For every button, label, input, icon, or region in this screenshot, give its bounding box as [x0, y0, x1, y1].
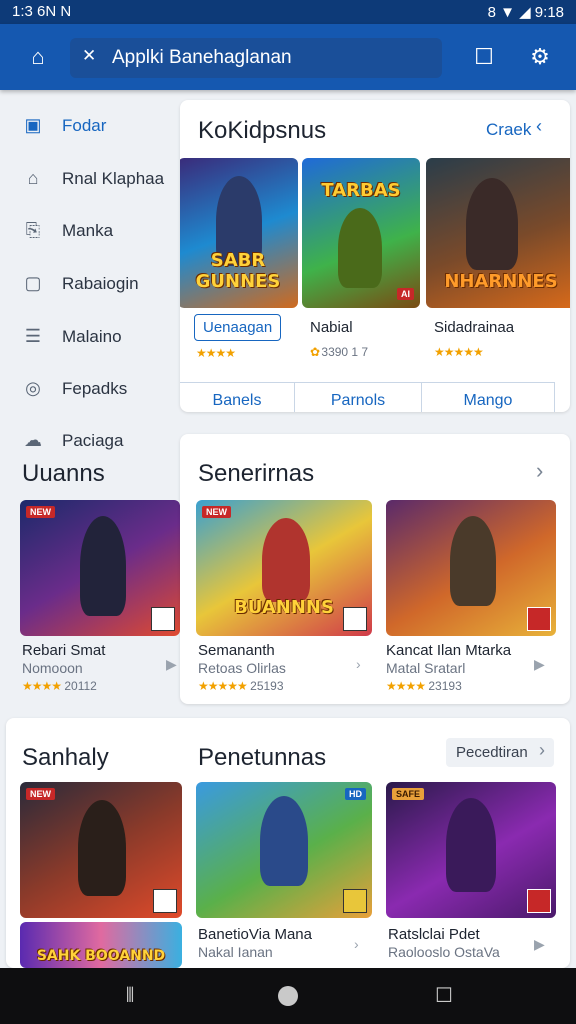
- hanger-icon: ⌂: [27, 168, 39, 188]
- sidebar-item-label: Rabaiogin: [62, 274, 139, 293]
- sidebar-item-label: Fodar: [62, 116, 107, 135]
- game-rating: ✿ 3390 1 7: [310, 345, 369, 359]
- section-title: Senerirnas: [198, 460, 315, 487]
- game-art[interactable]: [386, 500, 556, 636]
- game-art[interactable]: NEW BUANNNS: [196, 500, 372, 636]
- chevron-right-icon[interactable]: ›: [356, 656, 361, 672]
- tab-banels[interactable]: Banels: [180, 382, 295, 412]
- search-input[interactable]: ✕ Applki Banehaglanan: [70, 38, 442, 78]
- game-logo: TARBAS: [321, 180, 401, 201]
- status-bar: 1:3 6N N 8 ▼ ◢ 9:18: [0, 0, 576, 24]
- game-name: Kancat Ilan Mtarka: [386, 642, 512, 659]
- game-logo: NHARNNES: [444, 271, 558, 292]
- system-nav-bar: ⦀ ☐: [0, 968, 576, 1024]
- game-art[interactable]: SABR GUNNES: [180, 158, 298, 308]
- game-rating: ★★★★★: [434, 345, 484, 359]
- game-pill[interactable]: Uenaagan: [194, 314, 282, 341]
- tab-parnols[interactable]: Parnols: [294, 382, 422, 412]
- game-name: Rebari Smat: [22, 642, 106, 659]
- game-art[interactable]: SAFE: [386, 782, 556, 918]
- game-sub: Nakal Ianan: [198, 944, 273, 960]
- game-art[interactable]: SAHK BOOANND: [20, 922, 182, 968]
- game-rating: ★★★★ 20112: [22, 679, 97, 693]
- section-title: Sanhaly: [22, 744, 109, 771]
- game-rating: ★★★★: [196, 346, 236, 360]
- chevron-right-icon[interactable]: ›: [354, 936, 359, 952]
- section-title: Penetunnas: [198, 744, 327, 771]
- search-text: Applki Banehaglanan: [112, 47, 292, 68]
- sidebar-item-rabaiogin[interactable]: ▢ Rabaiogin: [0, 264, 172, 304]
- sidebar-item-rnal[interactable]: ⌂ Rnal Klaphaa: [0, 159, 172, 199]
- circle-icon: ◎: [25, 378, 41, 398]
- game-art[interactable]: HD: [196, 782, 372, 918]
- sidebar-item-manka[interactable]: ⎘ Manka: [0, 211, 172, 251]
- play-icon[interactable]: ▶: [534, 936, 545, 953]
- game-sub: Nomooon: [22, 660, 83, 676]
- doc-icon: ▢: [24, 273, 42, 293]
- game-name: Nabial: [310, 319, 353, 336]
- sidebar-item-paciaga[interactable]: ☁ Paciaga: [0, 421, 172, 461]
- game-rating: ★★★★★ 25193: [198, 679, 284, 693]
- sidebar-item-label: Malaino: [62, 327, 122, 346]
- game-rating: ★★★★ 23193: [386, 679, 462, 693]
- game-art[interactable]: TARBAS AI: [302, 158, 420, 308]
- section-link[interactable]: Craek: [486, 120, 531, 140]
- list-icon: ☰: [24, 326, 42, 346]
- status-icons: 8 ▼ ◢ 9:18: [487, 4, 564, 21]
- home-button[interactable]: [270, 980, 306, 1012]
- chevron-right-icon[interactable]: ›: [536, 458, 543, 484]
- app-bar: ⌂ ✕ Applki Banehaglanan ☐ ⚙: [0, 24, 576, 90]
- cloud-icon: ☁: [24, 430, 42, 450]
- sidebar-item-label: Manka: [62, 221, 114, 240]
- sidebar-item-fepadks[interactable]: ◎ Fepadks: [0, 369, 172, 409]
- game-logo: SAHK BOOANND: [36, 948, 166, 964]
- sidebar-item-label: Rnal Klaphaa: [62, 169, 165, 188]
- sidebar-item-label: Paciaga: [62, 431, 124, 450]
- sidebar-item-label: Fepadks: [62, 379, 128, 398]
- play-icon[interactable]: ▶: [534, 656, 545, 673]
- game-art[interactable]: NEW: [20, 500, 180, 636]
- home-icon[interactable]: ⌂: [20, 39, 56, 75]
- game-sub: Retoas Olirlas: [198, 660, 286, 676]
- game-name: Ratslclai Pdet: [388, 926, 480, 943]
- square-icon[interactable]: ☐: [466, 39, 502, 75]
- status-time: 1:3 6N N: [12, 3, 72, 20]
- section-title: KoKidpsnus: [198, 117, 327, 144]
- chevron-right-icon[interactable]: ›: [539, 740, 545, 761]
- bottom-card: Sanhaly Penetunnas Pecedtiran › NEW SAHK…: [6, 718, 570, 968]
- more-button[interactable]: Pecedtiran: [446, 738, 554, 767]
- featured-card: KoKidpsnus Craek ‹ SABR GUNNES TARBAS AI…: [180, 100, 570, 412]
- recents-icon[interactable]: ⦀: [112, 980, 148, 1012]
- sidebar: ▣ Fodar ⌂ Rnal Klaphaa ⎘ Manka ▢ Rabaiog…: [0, 90, 172, 490]
- play-icon[interactable]: ▶: [166, 656, 177, 673]
- game-name: Semananth: [198, 642, 275, 659]
- series-card: Senerirnas › NEW BUANNNS Semananth Retoa…: [180, 434, 570, 704]
- game-logo: SABR GUNNES: [195, 250, 281, 292]
- tab-mango[interactable]: Mango: [421, 382, 555, 412]
- square-icon: ▣: [24, 115, 42, 135]
- game-name: Sidadrainaa: [434, 319, 515, 336]
- back-icon[interactable]: ☐: [426, 980, 462, 1012]
- home-circle-icon: [278, 986, 298, 1006]
- gear-icon[interactable]: ⚙: [522, 39, 558, 75]
- game-name: BanetioVia Mana: [198, 926, 312, 943]
- chevron-left-icon[interactable]: ‹: [536, 116, 542, 137]
- game-sub: Matal Sratarl: [386, 660, 466, 676]
- game-art[interactable]: NHARNNES: [426, 158, 570, 308]
- bookmark-icon: ⎘: [25, 220, 41, 240]
- game-art[interactable]: NEW: [20, 782, 182, 918]
- search-icon: ✕: [82, 46, 97, 65]
- sidebar-item-fodar[interactable]: ▣ Fodar: [0, 106, 172, 146]
- left-heading: Uuanns: [22, 460, 105, 487]
- sidebar-item-malaino[interactable]: ☰ Malaino: [0, 317, 172, 357]
- game-sub: Raolooslo OstaVa: [388, 944, 500, 960]
